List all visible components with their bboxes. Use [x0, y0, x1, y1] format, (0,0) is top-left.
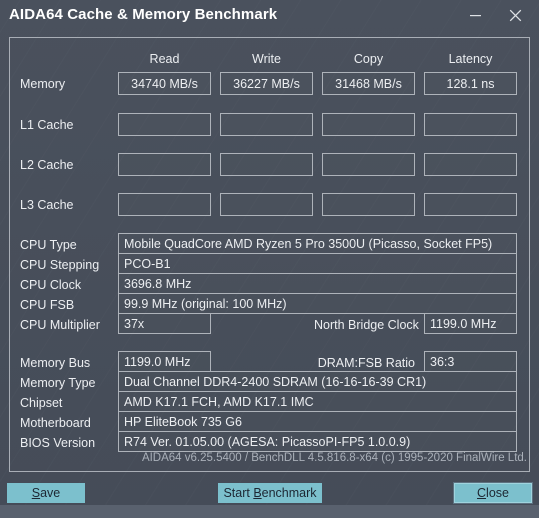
- close-button[interactable]: Close: [453, 482, 533, 504]
- row-label-l1-cache: L1 Cache: [20, 118, 74, 132]
- credit-line: AIDA64 v6.25.5400 / BenchDLL 4.5.816.8-x…: [141, 452, 527, 464]
- cpu-stepping-field[interactable]: PCO-B1: [118, 253, 517, 274]
- start-benchmark-button-label: Start Benchmark: [223, 486, 317, 500]
- row-label-l2-cache: L2 Cache: [20, 158, 74, 172]
- save-button-label: Save: [31, 486, 61, 500]
- row-label-l3-cache: L3 Cache: [20, 198, 74, 212]
- dram-fsb-ratio-field[interactable]: 36:3: [424, 351, 517, 372]
- column-header-write: Write: [252, 52, 281, 66]
- memory-bus-field[interactable]: 1199.0 MHz: [118, 351, 211, 372]
- column-header-read: Read: [149, 52, 180, 66]
- l1-latency-field[interactable]: [424, 113, 517, 136]
- label-memory-bus: Memory Bus: [20, 356, 91, 370]
- start-benchmark-button[interactable]: Start Benchmark: [218, 483, 322, 503]
- column-header-latency: Latency: [448, 52, 493, 66]
- l2-write-field[interactable]: [220, 153, 313, 176]
- memory-copy-field[interactable]: 31468 MB/s: [322, 72, 415, 95]
- bios-version-field[interactable]: R74 Ver. 01.05.00 (AGESA: PicassoPI-FP5 …: [118, 431, 517, 452]
- l3-read-field[interactable]: [118, 193, 211, 216]
- memory-type-field[interactable]: Dual Channel DDR4-2400 SDRAM (16-16-16-3…: [118, 371, 517, 392]
- close-window-button[interactable]: [495, 0, 535, 30]
- start-benchmark-accel-key: B: [253, 486, 262, 500]
- l2-read-field[interactable]: [118, 153, 211, 176]
- label-north-bridge-clock: North Bridge Clock: [314, 318, 419, 332]
- label-motherboard: Motherboard: [20, 416, 91, 430]
- l1-copy-field[interactable]: [322, 113, 415, 136]
- minimize-icon: [469, 9, 482, 22]
- column-header-copy: Copy: [353, 52, 384, 66]
- l1-write-field[interactable]: [220, 113, 313, 136]
- cpu-type-field[interactable]: Mobile QuadCore AMD Ryzen 5 Pro 3500U (P…: [118, 233, 517, 254]
- cpu-fsb-field[interactable]: 99.9 MHz (original: 100 MHz): [118, 293, 517, 314]
- label-chipset: Chipset: [20, 396, 63, 410]
- memory-latency-field[interactable]: 128.1 ns: [424, 72, 517, 95]
- l3-copy-field[interactable]: [322, 193, 415, 216]
- memory-write-field[interactable]: 36227 MB/s: [220, 72, 313, 95]
- label-cpu-multiplier: CPU Multiplier: [20, 318, 100, 332]
- l1-read-field[interactable]: [118, 113, 211, 136]
- save-accel-key: S: [31, 486, 41, 500]
- row-label-memory: Memory: [20, 77, 66, 91]
- window-title: AIDA64 Cache & Memory Benchmark: [9, 6, 278, 23]
- cpu-clock-field[interactable]: 3696.8 MHz: [118, 273, 517, 294]
- chipset-field[interactable]: AMD K17.1 FCH, AMD K17.1 IMC: [118, 391, 517, 412]
- l2-latency-field[interactable]: [424, 153, 517, 176]
- close-accel-key: C: [477, 486, 487, 500]
- label-cpu-type: CPU Type: [20, 238, 77, 252]
- l2-copy-field[interactable]: [322, 153, 415, 176]
- minimize-button[interactable]: [455, 0, 495, 30]
- north-bridge-clock-field[interactable]: 1199.0 MHz: [424, 313, 517, 334]
- l3-write-field[interactable]: [220, 193, 313, 216]
- save-button[interactable]: Save: [7, 483, 85, 503]
- window-bottom-strip: [0, 505, 539, 518]
- label-cpu-stepping: CPU Stepping: [20, 258, 100, 272]
- motherboard-field[interactable]: HP EliteBook 735 G6: [118, 411, 517, 432]
- label-dram-fsb-ratio: DRAM:FSB Ratio: [317, 356, 415, 370]
- cpu-multiplier-field[interactable]: 37x: [118, 313, 211, 334]
- aida64-benchmark-window: AIDA64 Cache & Memory Benchmark Read Wri…: [0, 0, 539, 518]
- title-bar[interactable]: AIDA64 Cache & Memory Benchmark: [0, 0, 539, 33]
- close-icon: [509, 9, 522, 22]
- label-cpu-fsb: CPU FSB: [20, 298, 75, 312]
- l3-latency-field[interactable]: [424, 193, 517, 216]
- close-button-label: Close: [477, 486, 509, 500]
- label-memory-type: Memory Type: [20, 376, 96, 390]
- memory-read-field[interactable]: 34740 MB/s: [118, 72, 211, 95]
- label-cpu-clock: CPU Clock: [20, 278, 82, 292]
- label-bios-version: BIOS Version: [20, 436, 96, 450]
